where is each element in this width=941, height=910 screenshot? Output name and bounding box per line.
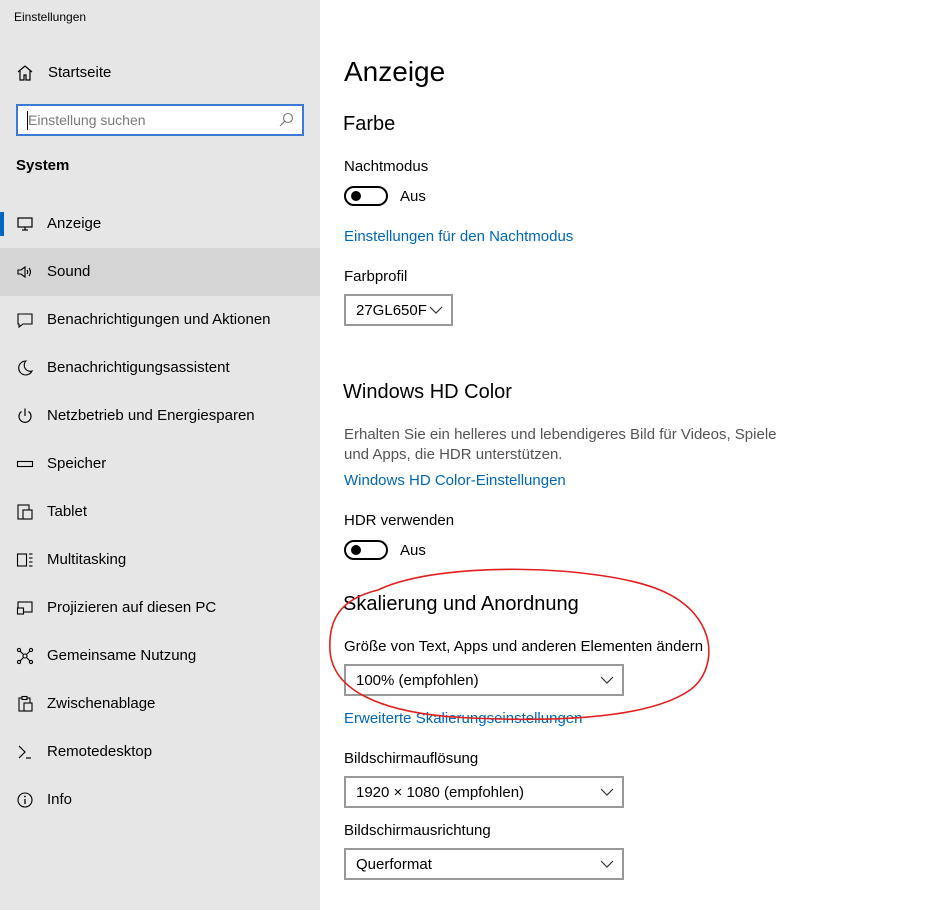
speaker-icon [17,265,32,279]
chevron-down-icon [600,860,614,868]
search-input[interactable]: Einstellung suchen [16,104,304,136]
main-content: Anzeige Farbe Nachtmodus Aus Einstellung… [320,0,941,910]
sidebar-item-label: Speicher [47,455,107,472]
sidebar-item-label: Info [47,791,73,808]
notification-icon [17,313,33,329]
hdr-use-label: HDR verwenden [344,512,455,529]
system-heading: System [16,157,70,174]
sidebar-item-label: Benachrichtigungsassistent [47,359,230,376]
share-icon [16,647,34,665]
home-label: Startseite [48,64,112,81]
sidebar-item-label: Zwischenablage [47,695,156,712]
window-title: Einstellungen [14,10,87,24]
scale-size-value: 100% (empfohlen) [356,672,479,689]
sidebar-item-label: Anzeige [47,215,102,232]
sidebar-item-label: Tablet [47,503,88,520]
sidebar-item-sound[interactable]: Sound [0,248,320,296]
sidebar-item-info[interactable]: Info [0,776,320,824]
sidebar-item-netzbetrieb[interactable]: Netzbetrieb und Energiesparen [0,392,320,440]
night-mode-toggle[interactable] [344,186,388,206]
selection-indicator [0,212,4,236]
power-icon [18,408,32,423]
page-title: Anzeige [344,56,446,87]
sidebar-item-label: Remotedesktop [47,743,153,760]
home-icon [17,65,33,81]
clipboard-icon [18,695,33,712]
sidebar-item-projizieren[interactable]: Projizieren auf diesen PC [0,584,320,632]
storage-icon [16,460,34,468]
color-heading: Farbe [343,113,396,135]
hdr-settings-link[interactable]: Windows HD Color-Einstellungen [344,472,566,489]
scale-size-dropdown[interactable]: 100% (empfohlen) [344,664,624,696]
sidebar-item-tablet[interactable]: Tablet [0,488,320,536]
sidebar-item-label: Sound [47,263,91,280]
resolution-dropdown[interactable]: 1920 × 1080 (empfohlen) [344,776,624,808]
search-icon[interactable] [278,112,294,128]
search-placeholder: Einstellung suchen [28,112,146,128]
multitasking-icon [16,553,33,567]
hdr-state: Aus [400,542,426,559]
sidebar-item-label: Gemeinsame Nutzung [47,647,197,664]
sidebar-item-anzeige[interactable]: Anzeige [0,200,320,248]
remote-desktop-icon [18,745,31,759]
chevron-down-icon [600,788,614,796]
tablet-icon [17,504,33,520]
color-profile-value: 27GL650F [356,302,427,319]
project-icon [16,601,33,615]
night-mode-label: Nachtmodus [344,158,429,175]
toggle-knob [351,191,361,201]
advanced-scaling-link[interactable]: Erweiterte Skalierungseinstellungen [344,710,582,727]
resolution-label: Bildschirmauflösung [344,750,479,767]
sidebar-item-label: Multitasking [47,551,127,568]
sidebar-item-benachrichtigungsassistent[interactable]: Benachrichtigungsassistent [0,344,320,392]
sidebar-item-label: Projizieren auf diesen PC [47,599,217,616]
sidebar-nav: Anzeige Sound Benachrichtigungen und Akt… [0,200,320,824]
sidebar-item-gemeinsame-nutzung[interactable]: Gemeinsame Nutzung [0,632,320,680]
color-profile-label: Farbprofil [344,268,408,285]
scale-size-label: Größe von Text, Apps und anderen Element… [344,638,704,655]
chevron-down-icon [600,676,614,684]
orientation-dropdown[interactable]: Querformat [344,848,624,880]
toggle-knob [351,545,361,555]
scale-heading: Skalierung und Anordnung [343,593,579,615]
hdr-description: Erhalten Sie ein helleres und lebendiger… [344,426,777,463]
sidebar-item-speicher[interactable]: Speicher [0,440,320,488]
home-nav-item[interactable]: Startseite [0,57,320,89]
info-icon [17,792,33,808]
night-mode-state: Aus [400,188,426,205]
hdr-toggle[interactable] [344,540,388,560]
color-profile-dropdown[interactable]: 27GL650F [344,294,453,326]
resolution-value: 1920 × 1080 (empfohlen) [356,784,525,801]
night-mode-settings-link[interactable]: Einstellungen für den Nachtmodus [344,228,573,245]
moon-icon [18,360,34,376]
sidebar-item-remotedesktop[interactable]: Remotedesktop [0,728,320,776]
hdr-heading: Windows HD Color [343,381,512,403]
sidebar-item-benachrichtigungen[interactable]: Benachrichtigungen und Aktionen [0,296,320,344]
sidebar-item-zwischenablage[interactable]: Zwischenablage [0,680,320,728]
sidebar-item-label: Netzbetrieb und Energiesparen [47,407,255,424]
orientation-label: Bildschirmausrichtung [344,822,491,839]
sidebar: Einstellungen Startseite Einstellung suc… [0,0,320,910]
monitor-icon [17,217,33,231]
sidebar-item-multitasking[interactable]: Multitasking [0,536,320,584]
chevron-down-icon [429,306,443,314]
orientation-value: Querformat [356,856,432,873]
sidebar-item-label: Benachrichtigungen und Aktionen [47,311,271,328]
